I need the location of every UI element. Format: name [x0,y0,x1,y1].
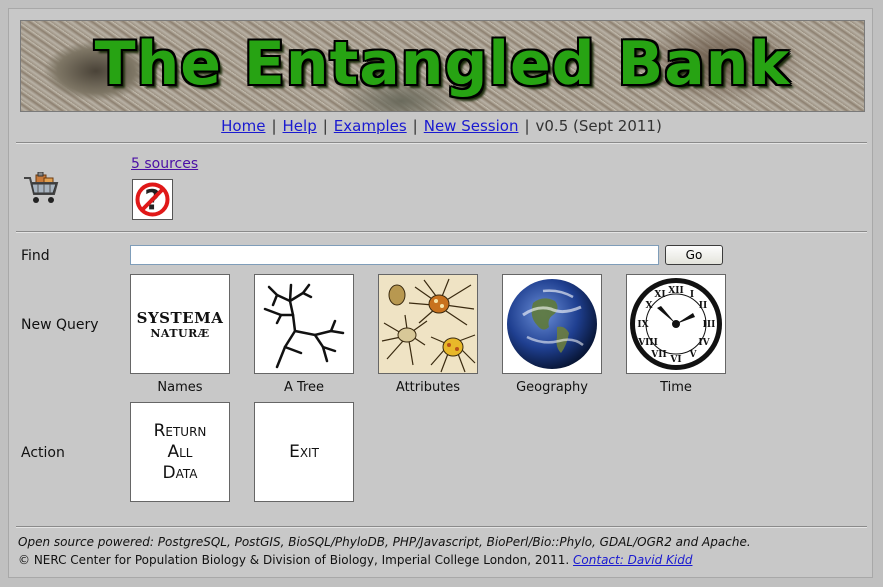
home-link[interactable]: Home [221,117,265,135]
nav-separator: | [271,117,277,135]
svg-text:VIII: VIII [637,338,658,348]
top-nav: Home | Help | Examples | New Session | v0.5 (Sep… [0,117,883,135]
contact-link[interactable]: Contact: David Kidd [573,553,692,567]
return-all-data-line2: All [167,442,193,462]
tree-caption: A Tree [283,380,325,395]
systema-text: SYSTEMA [136,309,224,327]
site-title: The Entangled Bank [94,29,791,99]
svg-text:II: II [699,301,707,311]
geography-caption: Geography [516,380,588,395]
attributes-query-tile[interactable] [378,274,478,374]
svg-text:VII: VII [650,350,666,360]
divider [16,142,867,144]
tree-icon [263,283,345,369]
time-query-tile[interactable]: XII I II III IV V VI VII VIII IX X XI [626,274,726,374]
spiders-icon [379,275,477,373]
geography-query-tile[interactable] [502,274,602,374]
powered-by-text: Open source powered: PostgreSQL, PostGIS… [18,535,751,549]
svg-text:V: V [689,350,698,360]
version-text: v0.5 (Sept 2011) [535,117,662,135]
svg-text:IV: IV [698,338,710,348]
svg-text:XII: XII [668,286,683,296]
find-label: Find [21,248,50,264]
return-all-data-line1: Return [153,421,207,441]
naturae-text: NATURÆ [150,327,210,340]
nav-separator: | [322,117,328,135]
new-query-label: New Query [21,317,99,333]
time-caption: Time [660,380,692,395]
help-link[interactable]: Help [283,117,317,135]
divider [16,231,867,233]
svg-text:I: I [690,290,694,300]
site-banner: The Entangled Bank [20,20,865,112]
names-query-tile[interactable]: SYSTEMA NATURÆ [130,274,230,374]
new-session-link[interactable]: New Session [424,117,519,135]
names-caption: Names [157,380,203,395]
earth-globe-icon [507,279,597,369]
nav-separator: | [524,117,530,135]
return-all-data-line3: Data [162,463,198,483]
svg-text:XI: XI [654,290,665,300]
exit-tile[interactable]: Exit [254,402,354,502]
svg-text:X: X [646,301,653,311]
divider [16,526,867,528]
find-input[interactable] [130,245,659,265]
clock-icon: XII I II III IV V VI VII VIII IX X XI [630,278,722,370]
svg-text:III: III [703,320,716,330]
attributes-caption: Attributes [395,380,461,395]
nav-separator: | [412,117,418,135]
copyright-line: © NERC Center for Population Biology & D… [18,553,692,567]
tree-query-tile[interactable] [254,274,354,374]
sources-link[interactable]: 5 sources [131,156,198,172]
exit-text: Exit [289,442,319,462]
action-label: Action [21,445,65,461]
copyright-text: © NERC Center for Population Biology & D… [18,553,570,567]
svg-text:VI: VI [669,355,681,365]
no-help-icon[interactable]: ? [132,179,173,220]
shopping-cart-icon[interactable] [22,171,60,206]
svg-text:IX: IX [637,320,648,330]
go-button[interactable]: Go [665,245,723,265]
return-all-data-tile[interactable]: Return All Data [130,402,230,502]
examples-link[interactable]: Examples [334,117,407,135]
